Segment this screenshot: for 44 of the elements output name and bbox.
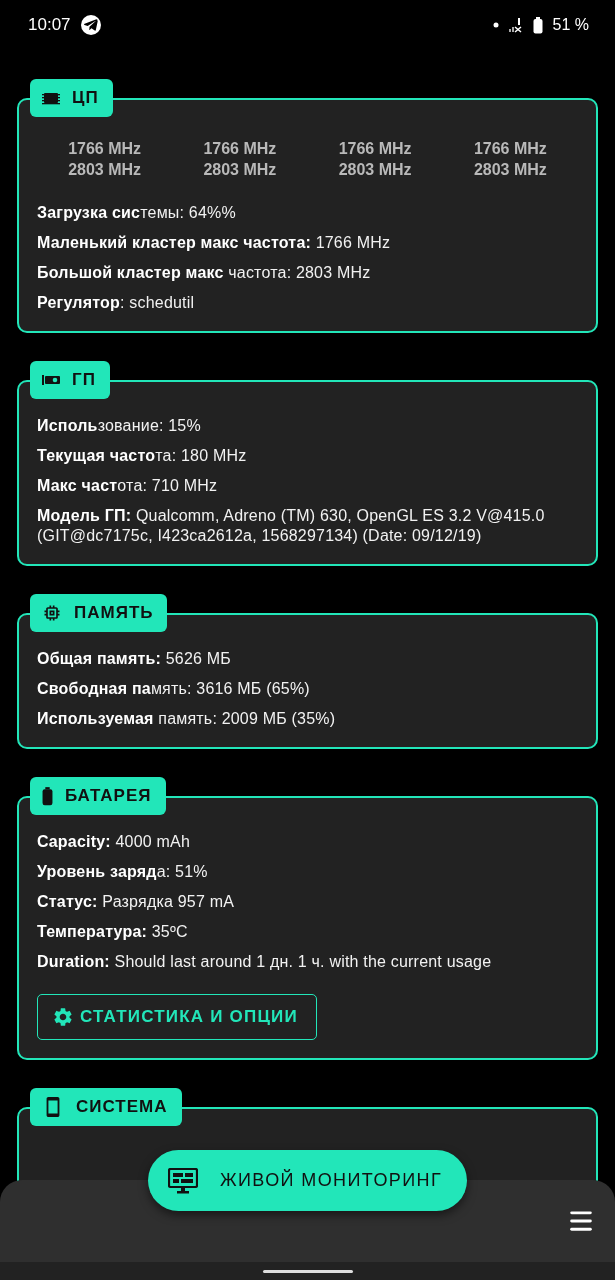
info-line: Большой кластер макс частота: 2803 MHz bbox=[37, 263, 372, 283]
info-line: Используемая память: 2009 МБ (35%) bbox=[37, 709, 337, 729]
chip-icon bbox=[42, 603, 62, 623]
no-signal-icon bbox=[508, 17, 523, 33]
ram-stick-icon bbox=[42, 91, 60, 105]
core-frequency: 2803 MHz bbox=[203, 161, 277, 179]
section-title: ЦП bbox=[72, 88, 99, 108]
info-line: Свободная память: 3616 МБ (65%) bbox=[37, 679, 311, 699]
info-line: Уровень заряда: 51% bbox=[37, 862, 209, 882]
info-line: Статус: Разрядка 957 mA bbox=[37, 892, 236, 912]
info-line: Маленький кластер макс частота: 1766 MHz bbox=[37, 233, 392, 253]
settings-icon bbox=[52, 1006, 74, 1028]
info-line: Регулятор: schedutil bbox=[37, 293, 196, 313]
monitor-icon bbox=[168, 1167, 198, 1194]
info-line: Duration: Should last around 1 дн. 1 ч. with the current usage bbox=[37, 952, 493, 972]
core-frequency: 2803 MHz bbox=[473, 161, 547, 179]
clock-time: 10:07 bbox=[28, 15, 71, 35]
live-monitoring-button[interactable]: ЖИВОЙ МОНИТОРИНГ bbox=[148, 1150, 467, 1211]
info-line: Макс частота: 710 MHz bbox=[37, 476, 219, 496]
info-line: Общая память: 5626 МБ bbox=[37, 649, 232, 669]
info-line: Модель ГП: Qualcomm, Adreno (TM) 630, OpenGL ES 3.2 V@415.0 (GIT@dc7175c, I423ca2612a, 1568297134) (Date: 09/12/19) bbox=[37, 506, 546, 546]
battery-percentage: 51 % bbox=[552, 16, 589, 34]
paper-plane-icon bbox=[80, 15, 101, 35]
info-line: Capacity: 4000 mAh bbox=[37, 832, 191, 852]
core-frequency: 2803 MHz bbox=[68, 161, 142, 179]
stats-options-button[interactable]: СТАТИСТИКА И ОПЦИИ bbox=[37, 994, 317, 1040]
battery-status-icon bbox=[532, 16, 543, 34]
core-frequency: 1766 MHz bbox=[473, 140, 547, 158]
section-title: БАТАРЕЯ bbox=[65, 786, 152, 806]
info-line: Использование: 15% bbox=[37, 416, 202, 436]
info-line: Температура: 35ºC bbox=[37, 922, 189, 942]
core-frequency: 2803 MHz bbox=[338, 161, 412, 179]
section-title: ПАМЯТЬ bbox=[74, 603, 154, 623]
dot-icon bbox=[492, 22, 499, 28]
graphics-card-icon bbox=[42, 375, 60, 385]
home-handle[interactable] bbox=[262, 1269, 353, 1273]
section-title: ГП bbox=[72, 370, 96, 390]
info-line: Загрузка системы: 64%% bbox=[37, 203, 237, 223]
section-title: СИСТЕМА bbox=[76, 1097, 168, 1117]
core-frequency: 1766 MHz bbox=[68, 140, 142, 158]
core-frequency: 1766 MHz bbox=[203, 140, 277, 158]
info-line: Текущая частота: 180 MHz bbox=[37, 446, 248, 466]
battery-icon bbox=[42, 786, 53, 806]
core-frequency: 1766 MHz bbox=[338, 140, 412, 158]
